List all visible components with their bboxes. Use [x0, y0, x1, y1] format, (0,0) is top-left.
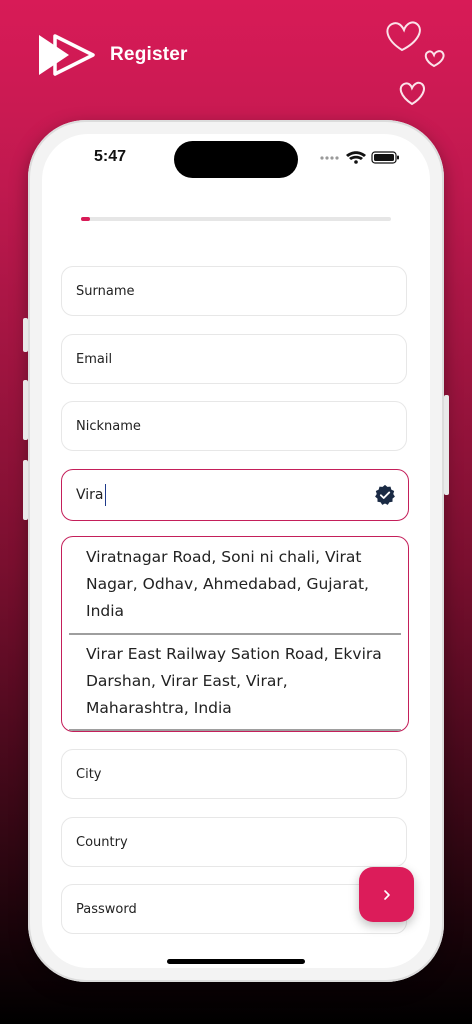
- nickname-placeholder: Nickname: [76, 418, 141, 434]
- surname-placeholder: Surname: [76, 283, 135, 299]
- country-field[interactable]: Country: [61, 817, 407, 867]
- address-suggestions: Viratnagar Road, Soni ni chali, Virat Na…: [61, 536, 409, 732]
- signal-dots-icon: [320, 156, 339, 160]
- next-button[interactable]: [359, 867, 414, 922]
- verified-badge-icon: [375, 484, 395, 505]
- suggestion-divider: [69, 633, 401, 635]
- side-button: [23, 318, 28, 352]
- text-caret: [104, 484, 106, 506]
- status-icons: [320, 151, 399, 164]
- email-placeholder: Email: [76, 351, 113, 367]
- suggestion-item[interactable]: Virar East Railway Sation Road, Ekvira D…: [86, 641, 386, 722]
- registration-progress: [81, 217, 391, 221]
- wifi-icon: [346, 151, 366, 164]
- password-placeholder: Password: [76, 901, 137, 917]
- status-time: 5:47: [94, 148, 127, 165]
- dynamic-island: [174, 141, 298, 178]
- suggestion-divider: [69, 729, 401, 731]
- chevron-right-icon: [383, 889, 390, 900]
- email-field[interactable]: Email: [61, 334, 407, 384]
- city-placeholder: City: [76, 766, 102, 782]
- page-title: Register: [110, 44, 188, 65]
- side-button: [23, 380, 28, 440]
- city-field[interactable]: City: [61, 749, 407, 799]
- address-value: Vira: [76, 487, 104, 503]
- password-field[interactable]: Password: [61, 884, 407, 934]
- battery-icon: [371, 151, 399, 164]
- nickname-field[interactable]: Nickname: [61, 401, 407, 451]
- country-placeholder: Country: [76, 834, 128, 850]
- address-input[interactable]: Vira: [61, 469, 409, 521]
- surname-field[interactable]: Surname: [61, 266, 407, 316]
- phone-screen: 5:47 Surname Email Nickname Vira Viratna…: [42, 134, 430, 968]
- app-header: Register: [0, 0, 472, 110]
- progress-fill: [81, 217, 91, 221]
- hearts-icon: [386, 21, 445, 106]
- side-button: [23, 460, 28, 520]
- play-arrows-logo: [39, 34, 95, 76]
- home-indicator: [167, 959, 305, 964]
- side-button: [444, 395, 449, 495]
- suggestion-item[interactable]: Viratnagar Road, Soni ni chali, Virat Na…: [86, 544, 386, 625]
